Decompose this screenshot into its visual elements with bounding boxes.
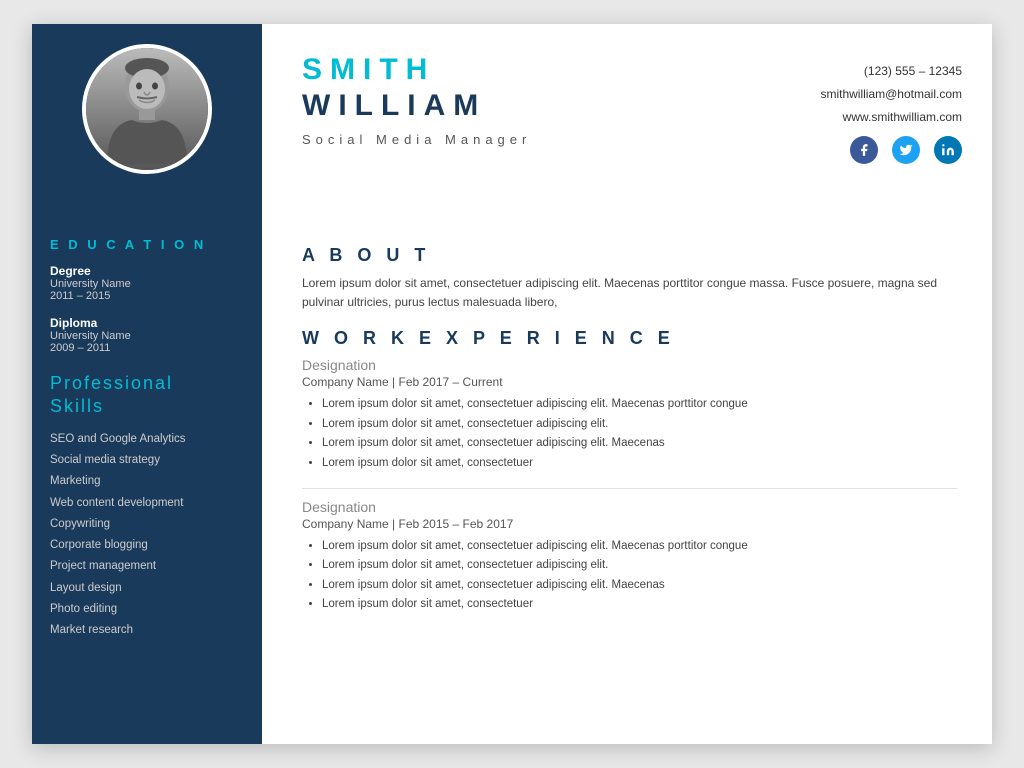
sidebar: E D U C A T I O N Degree University Name… bbox=[32, 24, 262, 744]
first-name: SMITH bbox=[302, 52, 820, 88]
edu-year: 2009 – 2011 bbox=[50, 342, 244, 354]
twitter-icon[interactable] bbox=[892, 136, 920, 164]
work-bullet: Lorem ipsum dolor sit amet, consectetuer… bbox=[322, 395, 957, 415]
avatar-image bbox=[86, 48, 208, 170]
education-list: Degree University Name 2011 – 2015 Diplo… bbox=[50, 264, 244, 354]
about-text: Lorem ipsum dolor sit amet, consectetuer… bbox=[302, 274, 957, 312]
skill-item: Copywriting bbox=[50, 516, 244, 533]
main-body: A B O U T Lorem ipsum dolor sit amet, co… bbox=[262, 209, 992, 649]
avatar bbox=[82, 44, 212, 174]
job-title: Social Media Manager bbox=[302, 132, 820, 147]
work-bullet: Lorem ipsum dolor sit amet, consectetuer… bbox=[322, 415, 957, 435]
work-jobs: Designation Company Name | Feb 2017 – Cu… bbox=[302, 357, 957, 614]
skill-item: Social media strategy bbox=[50, 452, 244, 469]
skill-item: Corporate blogging bbox=[50, 537, 244, 554]
edu-degree: Degree bbox=[50, 264, 244, 278]
edu-university: University Name bbox=[50, 330, 244, 342]
about-title: A B O U T bbox=[302, 245, 957, 266]
skill-item: Market research bbox=[50, 622, 244, 639]
skill-item: SEO and Google Analytics bbox=[50, 431, 244, 448]
work-bullet: Lorem ipsum dolor sit amet, consectetuer… bbox=[322, 576, 957, 596]
name-block: SMITH WILLIAM Social Media Manager bbox=[302, 52, 820, 147]
skills-list: SEO and Google Analytics Social media str… bbox=[50, 431, 244, 640]
education-title: E D U C A T I O N bbox=[50, 237, 244, 252]
work-company: Company Name | Feb 2015 – Feb 2017 bbox=[302, 517, 957, 531]
work-entry: Designation Company Name | Feb 2017 – Cu… bbox=[302, 357, 957, 473]
skill-item: Layout design bbox=[50, 580, 244, 597]
main-header: SMITH WILLIAM Social Media Manager (123)… bbox=[262, 24, 992, 209]
linkedin-icon[interactable] bbox=[934, 136, 962, 164]
email: smithwilliam@hotmail.com bbox=[820, 85, 962, 104]
work-bullet: Lorem ipsum dolor sit amet, consectetuer bbox=[322, 454, 957, 474]
education-item: Degree University Name 2011 – 2015 bbox=[50, 264, 244, 302]
work-bullet: Lorem ipsum dolor sit amet, consectetuer… bbox=[322, 556, 957, 576]
resume-container: E D U C A T I O N Degree University Name… bbox=[32, 24, 992, 744]
social-icons bbox=[820, 136, 962, 164]
website: www.smithwilliam.com bbox=[820, 108, 962, 127]
edu-university: University Name bbox=[50, 278, 244, 290]
work-experience-title: W O R K E X P E R I E N C E bbox=[302, 328, 957, 349]
contact-block: (123) 555 – 12345 smithwilliam@hotmail.c… bbox=[820, 52, 962, 164]
education-item: Diploma University Name 2009 – 2011 bbox=[50, 316, 244, 354]
work-entry: Designation Company Name | Feb 2015 – Fe… bbox=[302, 499, 957, 615]
person-silhouette bbox=[97, 54, 197, 164]
work-bullet: Lorem ipsum dolor sit amet, consectetuer bbox=[322, 595, 957, 615]
work-bullets: Lorem ipsum dolor sit amet, consectetuer… bbox=[302, 537, 957, 615]
sidebar-content: E D U C A T I O N Degree University Name… bbox=[32, 209, 262, 663]
work-bullet: Lorem ipsum dolor sit amet, consectetuer… bbox=[322, 537, 957, 557]
skill-item: Photo editing bbox=[50, 601, 244, 618]
phone: (123) 555 – 12345 bbox=[820, 62, 962, 81]
skill-item: Web content development bbox=[50, 495, 244, 512]
last-name: WILLIAM bbox=[302, 88, 820, 124]
work-designation: Designation bbox=[302, 357, 957, 373]
skill-item: Project management bbox=[50, 558, 244, 575]
skill-item: Marketing bbox=[50, 473, 244, 490]
facebook-icon[interactable] bbox=[850, 136, 878, 164]
edu-year: 2011 – 2015 bbox=[50, 290, 244, 302]
main-content: SMITH WILLIAM Social Media Manager (123)… bbox=[262, 24, 992, 744]
work-bullet: Lorem ipsum dolor sit amet, consectetuer… bbox=[322, 434, 957, 454]
work-designation: Designation bbox=[302, 499, 957, 515]
skills-title: ProfessionalSkills bbox=[50, 372, 244, 419]
work-company: Company Name | Feb 2017 – Current bbox=[302, 375, 957, 389]
edu-degree: Diploma bbox=[50, 316, 244, 330]
work-bullets: Lorem ipsum dolor sit amet, consectetuer… bbox=[302, 395, 957, 473]
